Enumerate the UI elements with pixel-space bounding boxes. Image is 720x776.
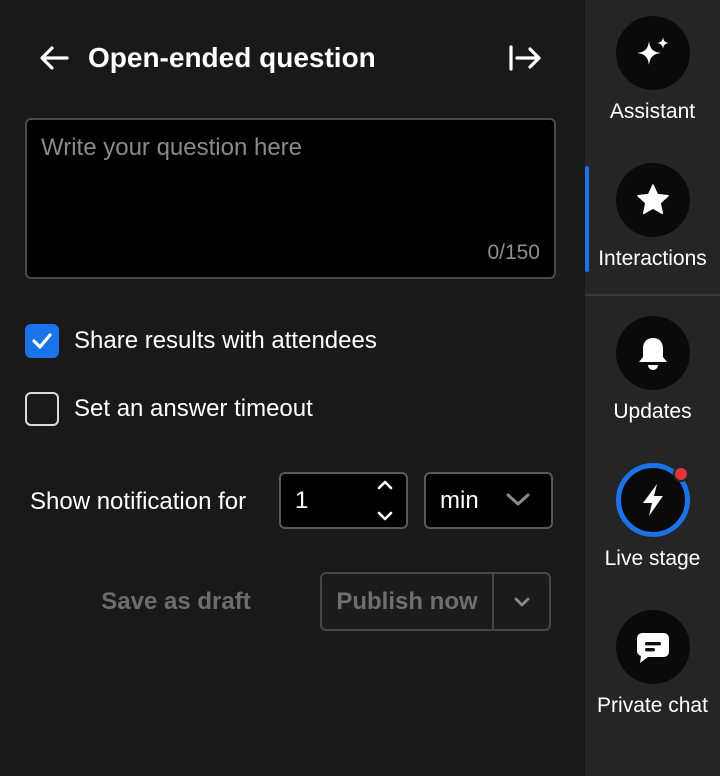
sidebar-item-private-chat[interactable]: Private chat [585, 610, 720, 730]
sparkles-icon [637, 37, 669, 65]
share-results-checkbox[interactable] [25, 324, 59, 358]
duration-unit-value: min [440, 487, 479, 514]
sidebar-divider [585, 294, 720, 296]
sidebar-icon-circle [616, 316, 690, 390]
bell-icon [639, 338, 667, 370]
notification-duration-value: 1 [295, 487, 309, 514]
answer-timeout-checkbox[interactable] [25, 392, 59, 426]
question-editor-panel: Open-ended question 0/150 Share results … [0, 0, 585, 776]
notification-dot [673, 466, 689, 482]
sidebar-icon-circle [616, 16, 690, 90]
sidebar-icon-circle [616, 163, 690, 237]
sidebar-icon-circle [616, 610, 690, 684]
chevron-up-icon[interactable] [377, 480, 393, 490]
collapse-panel-button[interactable] [505, 40, 545, 76]
save-draft-button[interactable]: Save as draft [86, 580, 266, 624]
question-field[interactable]: 0/150 [25, 118, 556, 279]
sidebar: Assistant Interactions Updates Live stag… [585, 0, 720, 776]
answer-timeout-option[interactable]: Set an answer timeout [25, 391, 313, 427]
active-indicator [585, 166, 589, 272]
sidebar-icon-circle [616, 463, 690, 537]
sidebar-item-label: Private chat [597, 694, 708, 717]
sidebar-item-assistant[interactable]: Assistant [585, 16, 720, 136]
collapse-panel-icon [509, 45, 541, 71]
character-counter: 0/150 [487, 241, 540, 264]
question-input[interactable] [27, 120, 554, 277]
arrow-left-icon [40, 46, 69, 70]
sidebar-item-updates[interactable]: Updates [585, 316, 720, 436]
sidebar-item-label: Updates [613, 400, 692, 423]
chevron-down-icon [514, 597, 529, 606]
notification-duration-stepper[interactable]: 1 [279, 472, 408, 529]
sidebar-item-interactions[interactable]: Interactions [585, 163, 720, 283]
publish-split-button: Publish now [320, 572, 551, 631]
chat-bubble-icon [637, 633, 669, 663]
page-title: Open-ended question [88, 42, 376, 73]
sidebar-item-label: Live stage [604, 547, 701, 570]
publish-now-button[interactable]: Publish now [322, 574, 494, 629]
sidebar-item-label: Assistant [609, 100, 696, 123]
sidebar-item-label: Interactions [598, 247, 707, 270]
share-results-label: Share results with attendees [74, 327, 377, 354]
chevron-down-icon [506, 493, 530, 506]
back-button[interactable] [36, 40, 72, 76]
answer-timeout-label: Set an answer timeout [74, 395, 313, 422]
live-stage-ring [616, 463, 690, 537]
publish-options-button[interactable] [494, 574, 549, 629]
notification-duration-label: Show notification for [30, 488, 247, 515]
share-results-option[interactable]: Share results with attendees [25, 323, 377, 359]
chevron-down-icon[interactable] [377, 511, 393, 521]
star-icon [637, 184, 669, 215]
duration-unit-select[interactable]: min [424, 472, 553, 529]
lightning-icon [643, 484, 663, 516]
sidebar-item-live-stage[interactable]: Live stage [585, 463, 720, 583]
checkmark-icon [32, 333, 52, 349]
